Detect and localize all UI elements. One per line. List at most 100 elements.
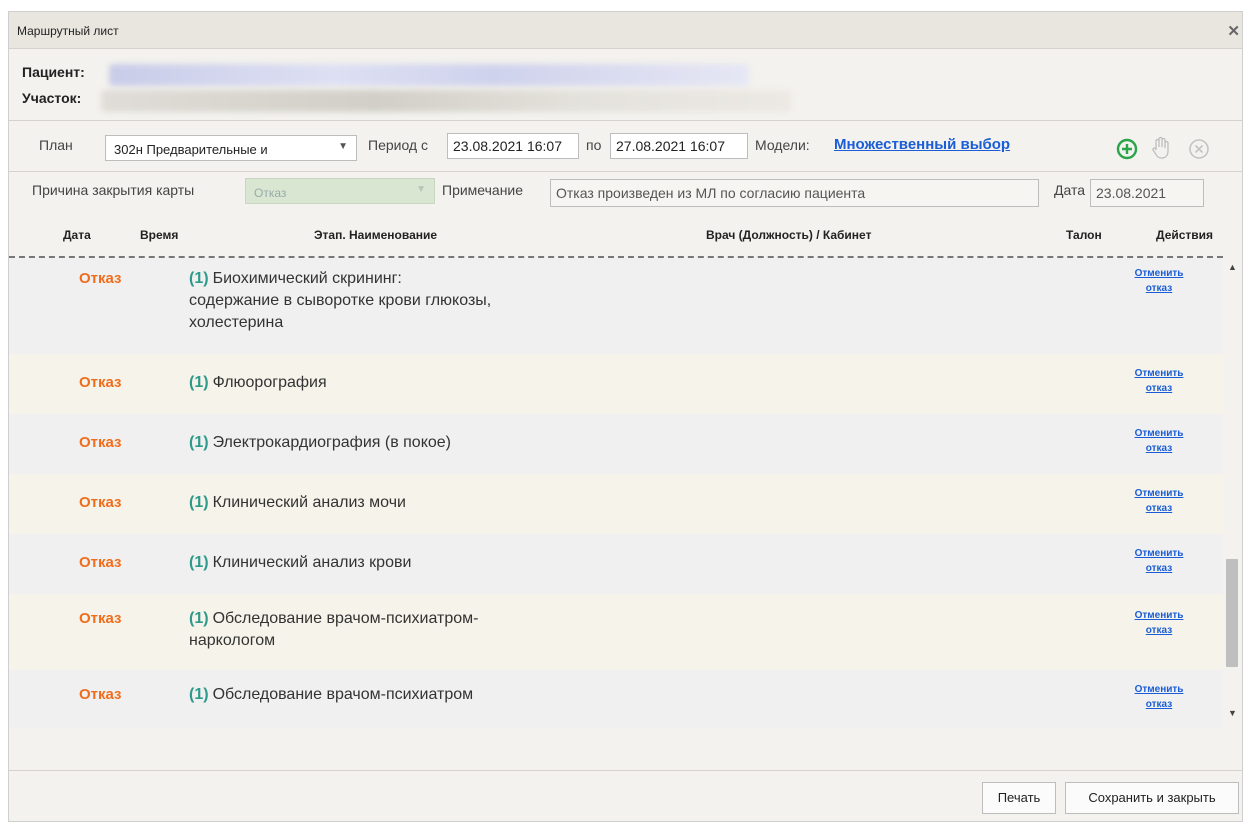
stage-line: Биохимический скрининг: [212, 270, 402, 287]
table-row[interactable]: Отказ (1) Электрокардиография (в покое) О… [9, 414, 1223, 475]
cancel-refusal-text[interactable]: Отменить [1135, 268, 1184, 279]
dialog-title: Маршрутный лист [17, 24, 119, 38]
status-badge: Отказ [79, 610, 122, 627]
print-button[interactable]: Печать [982, 782, 1056, 814]
patient-label: Пациент: [22, 64, 85, 80]
patient-info-redacted [109, 64, 749, 86]
period-to-field[interactable]: 27.08.2021 16:07 [610, 133, 748, 159]
plan-toolbar: План 302н Предварительные и ▼ Период с 2… [9, 120, 1242, 172]
stage-name: (1) Электрокардиография (в покое) [189, 432, 629, 454]
hand-icon[interactable] [1151, 136, 1171, 160]
column-header-ticket[interactable]: Талон [1066, 228, 1102, 242]
cancel-refusal-text[interactable]: Отменить [1135, 548, 1184, 559]
stage-name: (1) Биохимический скрининг: содержание в … [189, 268, 629, 334]
note-field: Отказ произведен из МЛ по согласию пацие… [550, 179, 1039, 207]
stage-count: (1) [189, 686, 209, 703]
cancel-refusal-text[interactable]: Отменить [1135, 488, 1184, 499]
stage-count: (1) [189, 270, 209, 287]
column-header-doctor[interactable]: Врач (Должность) / Кабинет [706, 228, 871, 242]
cancel-refusal-text[interactable]: Отменить [1135, 428, 1184, 439]
cancel-refusal-text[interactable]: Отменить [1135, 368, 1184, 379]
save-and-close-button[interactable]: Сохранить и закрыть [1065, 782, 1239, 814]
cancel-refusal-link[interactable]: Отменить отказ [1133, 682, 1185, 712]
cancel-refusal-link[interactable]: Отменить отказ [1133, 546, 1185, 576]
date-label: Дата [1054, 182, 1086, 198]
stage-name: (1) Флюорография [189, 372, 629, 394]
stage-line: Электрокардиография (в покое) [212, 434, 452, 451]
stage-line: холестерина [189, 314, 284, 331]
table-row[interactable]: Отказ (1) Биохимический скрининг: содержа… [9, 258, 1223, 355]
route-sheet-dialog: Маршрутный лист ✕ Пациент: Участок: План… [8, 11, 1243, 822]
cancel-refusal-link[interactable]: Отменить отказ [1133, 608, 1185, 638]
note-label: Примечание [442, 182, 524, 198]
models-multiselect-link[interactable]: Множественный выбор [834, 136, 1010, 153]
stage-line: Клинический анализ крови [212, 554, 412, 571]
period-to-label: по [586, 137, 602, 153]
stage-count: (1) [189, 494, 209, 511]
chevron-down-icon: ▼ [416, 184, 426, 195]
cancel-circle-icon[interactable] [1188, 138, 1210, 160]
closing-reason-select: Отказ ▼ [245, 178, 435, 204]
plan-label: План [39, 137, 73, 153]
column-header-time[interactable]: Время [140, 228, 178, 242]
stage-count: (1) [189, 434, 209, 451]
stage-name: (1) Обследование врачом-психиатром [189, 684, 629, 706]
scroll-up-icon[interactable]: ▲ [1228, 262, 1237, 272]
stage-name: (1) Клинический анализ крови [189, 552, 629, 574]
stages-table-body[interactable]: Отказ (1) Биохимический скрининг: содержа… [9, 256, 1223, 728]
closing-reason-value: Отказ [254, 186, 287, 200]
cancel-refusal-text[interactable]: отказ [1146, 443, 1172, 454]
column-header-actions[interactable]: Действия [1156, 228, 1213, 242]
cancel-refusal-text[interactable]: отказ [1146, 699, 1172, 710]
close-icon[interactable]: ✕ [1227, 22, 1240, 40]
period-from-field[interactable]: 23.08.2021 16:07 [447, 133, 579, 159]
closing-reason-label: Причина закрытия карты [32, 182, 195, 198]
stage-line: наркологом [189, 632, 276, 649]
stage-name: (1) Клинический анализ мочи [189, 492, 629, 514]
cancel-refusal-text[interactable]: отказ [1146, 503, 1172, 514]
cancel-refusal-link[interactable]: Отменить отказ [1133, 486, 1185, 516]
cancel-refusal-text[interactable]: отказ [1146, 625, 1172, 636]
table-header: Дата Время Этап. Наименование Врач (Долж… [9, 212, 1223, 256]
status-badge: Отказ [79, 374, 122, 391]
date-field: 23.08.2021 [1090, 179, 1204, 207]
plan-select-value: 302н Предварительные и [114, 142, 268, 157]
table-row[interactable]: Отказ (1) Клинический анализ крови Отмени… [9, 534, 1223, 595]
cancel-refusal-text[interactable]: Отменить [1135, 684, 1184, 695]
cancel-refusal-link[interactable]: Отменить отказ [1133, 366, 1185, 396]
stage-line: Обследование врачом-психиатром [212, 686, 474, 703]
period-from-label: Период с [368, 137, 428, 153]
stage-count: (1) [189, 374, 209, 391]
status-badge: Отказ [79, 270, 122, 287]
add-circle-icon[interactable] [1116, 138, 1138, 160]
table-row[interactable]: Отказ (1) Обследование врачом-психиатром-… [9, 594, 1223, 671]
closing-bar: Причина закрытия карты Отказ ▼ Примечани… [9, 172, 1242, 212]
cancel-refusal-text[interactable]: отказ [1146, 283, 1172, 294]
stage-count: (1) [189, 554, 209, 571]
plan-select[interactable]: 302н Предварительные и ▼ [105, 135, 357, 161]
models-label: Модели: [755, 137, 810, 153]
cancel-refusal-text[interactable]: Отменить [1135, 610, 1184, 621]
stage-name: (1) Обследование врачом-психиатром- нарко… [189, 608, 629, 652]
scrollbar-thumb[interactable] [1226, 559, 1238, 667]
stage-line: Клинический анализ мочи [212, 494, 406, 511]
cancel-refusal-text[interactable]: отказ [1146, 383, 1172, 394]
stage-count: (1) [189, 610, 209, 627]
table-row[interactable]: Отказ (1) Клинический анализ мочи Отменит… [9, 474, 1223, 535]
stage-line: Обследование врачом-психиатром- [212, 610, 479, 627]
table-scrollbar[interactable]: ▲ ▼ [1223, 256, 1241, 726]
cancel-refusal-text[interactable]: отказ [1146, 563, 1172, 574]
status-badge: Отказ [79, 494, 122, 511]
status-badge: Отказ [79, 554, 122, 571]
column-header-stage[interactable]: Этап. Наименование [314, 228, 437, 242]
cancel-refusal-link[interactable]: Отменить отказ [1133, 266, 1185, 296]
area-info-redacted [101, 90, 791, 112]
dialog-titlebar: Маршрутный лист ✕ [9, 12, 1242, 49]
status-badge: Отказ [79, 686, 122, 703]
table-row[interactable]: Отказ (1) Флюорография Отменить отказ [9, 354, 1223, 415]
table-row[interactable]: Отказ (1) Обследование врачом-психиатром … [9, 670, 1223, 728]
column-header-date[interactable]: Дата [63, 228, 91, 242]
cancel-refusal-link[interactable]: Отменить отказ [1133, 426, 1185, 456]
stage-line: содержание в сыворотке крови глюкозы, [189, 292, 492, 309]
scroll-down-icon[interactable]: ▼ [1228, 708, 1237, 718]
